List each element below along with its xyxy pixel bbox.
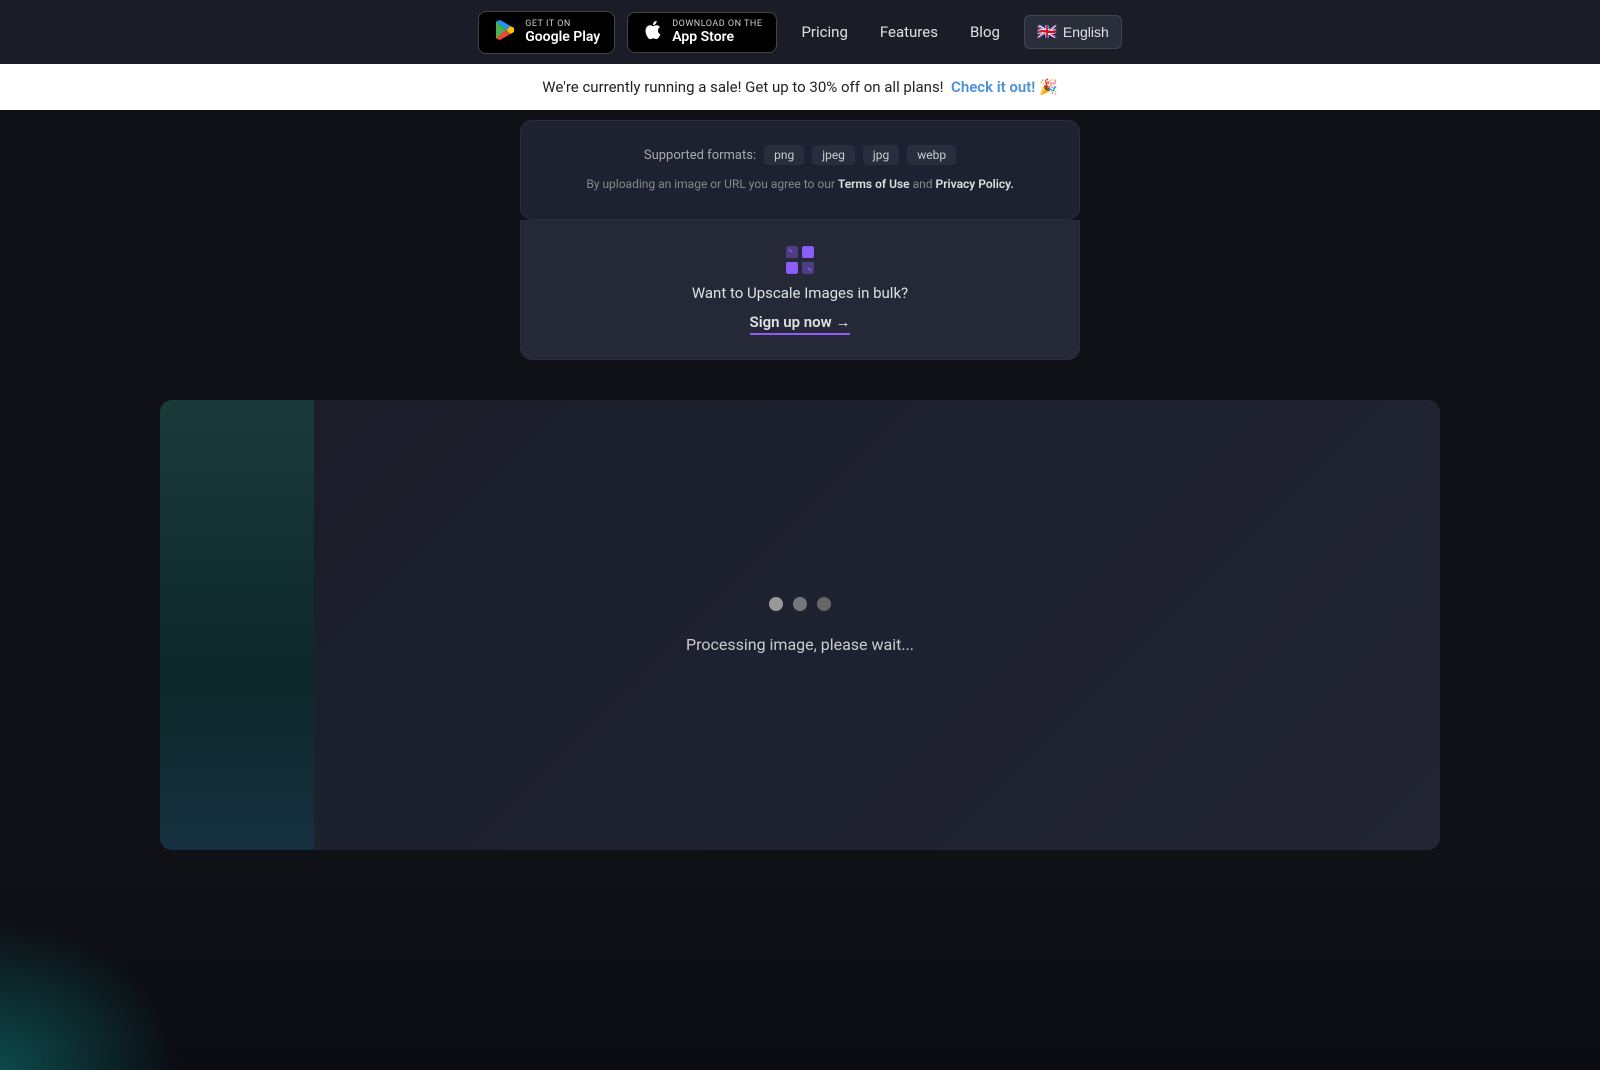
dot-1 (769, 597, 783, 611)
language-label: English (1063, 24, 1109, 40)
terms-text: By uploading an image or URL you agree t… (553, 177, 1047, 191)
footer-glow (0, 920, 180, 1070)
nav-links: Pricing Features Blog (801, 23, 999, 41)
sale-text: We're currently running a sale! Get up t… (542, 78, 943, 96)
supported-formats: Supported formats: png jpeg jpg webp (553, 145, 1047, 165)
app-buttons-group: GET IT ON Google Play Download on the Ap… (478, 11, 777, 54)
dot-2 (793, 597, 807, 611)
flag-icon: 🇬🇧 (1037, 22, 1057, 42)
sale-banner: We're currently running a sale! Get up t… (0, 64, 1600, 110)
sale-link[interactable]: Check it out! 🎉 (951, 78, 1058, 96)
format-jpg: jpg (863, 145, 899, 165)
format-jpeg: jpeg (812, 145, 855, 165)
signup-link[interactable]: Sign up now → (750, 313, 851, 335)
app-store-button[interactable]: Download on the App Store (627, 12, 777, 53)
format-png: png (764, 145, 804, 165)
nav-blog[interactable]: Blog (970, 23, 1000, 41)
upload-card: Supported formats: png jpeg jpg webp By … (520, 120, 1080, 220)
formats-label: Supported formats: (644, 148, 756, 163)
terms-link[interactable]: Terms of Use (838, 177, 910, 191)
bulk-promo: Want to Upscale Images in bulk? Sign up … (520, 220, 1080, 360)
google-play-button[interactable]: GET IT ON Google Play (478, 11, 615, 54)
main-content: Supported formats: png jpeg jpg webp By … (0, 110, 1600, 1070)
google-play-icon (493, 18, 517, 47)
footer-area (0, 870, 1600, 1070)
app-store-text: Download on the App Store (672, 19, 762, 45)
image-preview-container: Processing image, please wait... (160, 400, 1440, 850)
apple-icon (642, 19, 664, 46)
google-play-text: GET IT ON Google Play (525, 19, 600, 45)
dot-3 (817, 597, 831, 611)
processing-text: Processing image, please wait... (686, 635, 914, 654)
loading-dots (769, 597, 831, 611)
nav-features[interactable]: Features (880, 23, 938, 41)
nav-pricing[interactable]: Pricing (801, 23, 847, 41)
language-button[interactable]: 🇬🇧 English (1024, 15, 1122, 49)
navbar: GET IT ON Google Play Download on the Ap… (0, 0, 1600, 64)
bulk-title: Want to Upscale Images in bulk? (553, 284, 1047, 302)
format-webp: webp (907, 145, 956, 165)
privacy-link[interactable]: Privacy Policy. (936, 177, 1014, 191)
processing-area: Processing image, please wait... (0, 400, 1600, 850)
bulk-upscale-icon (784, 244, 816, 276)
